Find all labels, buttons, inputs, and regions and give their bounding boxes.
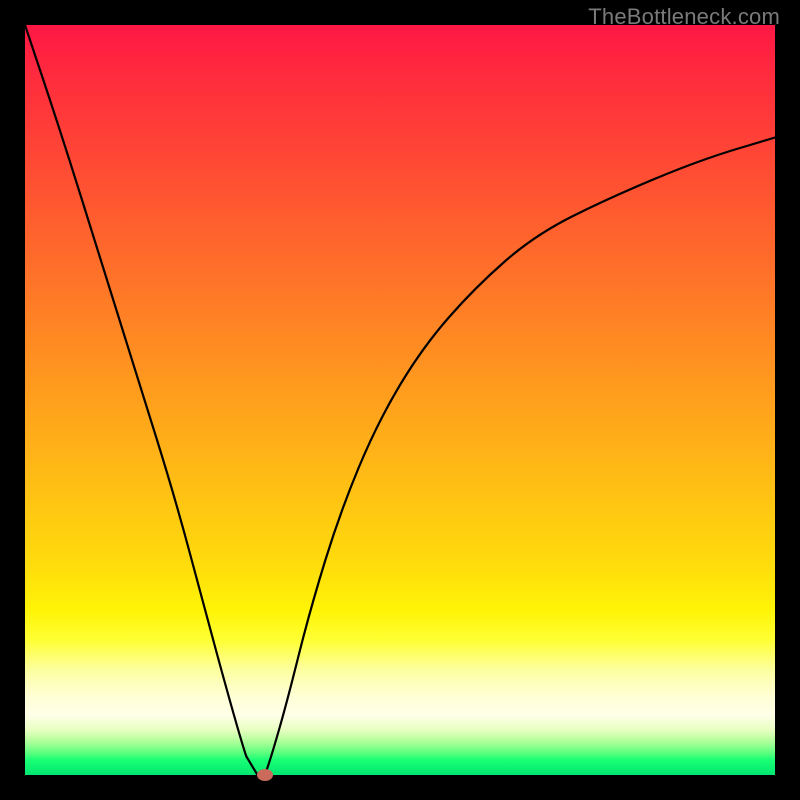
watermark-text: TheBottleneck.com bbox=[588, 4, 780, 30]
curve-svg bbox=[25, 25, 775, 775]
chart-plot-area bbox=[25, 25, 775, 775]
bottleneck-curve bbox=[25, 25, 775, 775]
optimal-point-marker bbox=[257, 769, 273, 781]
